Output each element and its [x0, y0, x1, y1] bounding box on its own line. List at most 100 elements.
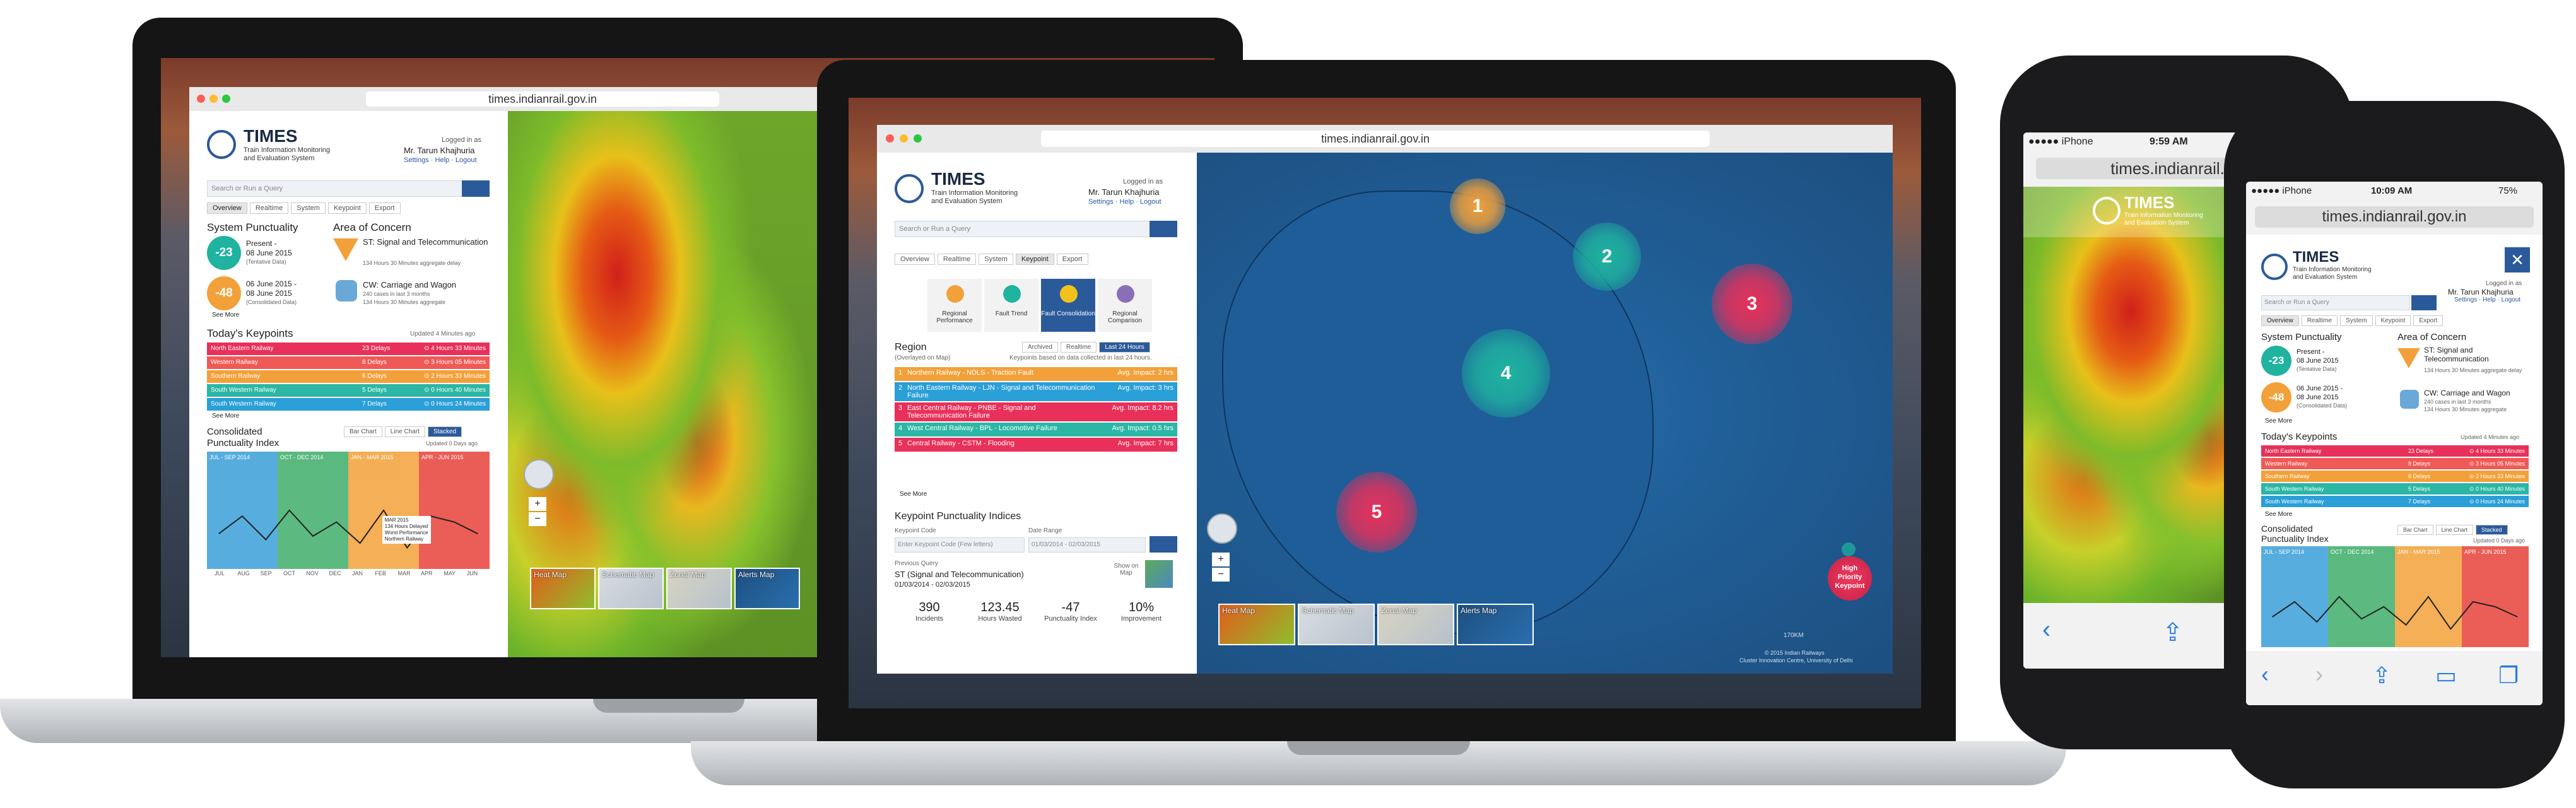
map-thumb-heat-map[interactable]: Heat Map [1218, 604, 1295, 645]
realtime-tab[interactable]: Realtime [1060, 342, 1097, 353]
see-more-link[interactable]: See More [2265, 511, 2292, 518]
search-button[interactable] [1150, 221, 1177, 237]
cluster-marker-4[interactable]: 4 [1462, 329, 1550, 418]
close-dot[interactable] [197, 95, 205, 103]
archived-tab[interactable]: Archived [1022, 342, 1058, 353]
tabs-icon[interactable]: ❐ [2498, 662, 2519, 689]
search-button[interactable] [462, 180, 490, 197]
keypoint-row[interactable]: South Western Railway 5 Delays ⊙ 0 Hours 4… [207, 384, 490, 397]
user-links[interactable]: Settings · Help · Logout [404, 156, 477, 164]
tab-export[interactable]: Export [2413, 315, 2444, 326]
url-bar[interactable]: times.indianrail.gov.in [366, 91, 719, 107]
minimize-dot[interactable] [209, 95, 218, 103]
keypoint-row[interactable]: South Western Railway 5 Delays ⊙ 0 Hours 4… [2261, 483, 2529, 495]
keypoint-row[interactable]: Western Railway 8 Delays ⊙ 3 Hours 05 Minu… [2261, 458, 2529, 469]
see-more-link[interactable]: See More [2265, 418, 2292, 424]
map-thumb-label: Heat Map [534, 570, 567, 579]
cluster-marker-3[interactable]: 3 [1712, 264, 1792, 344]
tab-keypoint[interactable]: Keypoint [327, 202, 367, 214]
tool-button[interactable]: Regional Performance [927, 279, 982, 332]
bookmarks-icon[interactable]: ▭ [2435, 662, 2457, 689]
minimize-dot[interactable] [900, 134, 908, 143]
tool-button[interactable]: Regional Comparison [1098, 279, 1152, 332]
region-keypoint-row[interactable]: 3 East Central Railway - PNBE - Signal an… [895, 402, 1177, 421]
tool-button[interactable]: Fault Consolidation [1041, 279, 1095, 332]
cluster-marker-5[interactable]: 5 [1336, 472, 1417, 553]
cluster-map[interactable]: + − 12345 Heat Map Schematic Map Zonal Map… [1197, 153, 1893, 674]
tab-system[interactable]: System [2340, 315, 2373, 326]
share-icon[interactable]: ⇪ [2372, 662, 2391, 689]
region-keypoint-row[interactable]: 1 Northern Railway - NDLS - Traction Faul… [895, 367, 1177, 381]
close-dot[interactable] [886, 134, 894, 143]
see-more-link[interactable]: See More [900, 491, 927, 498]
url-bar[interactable]: times.indianrail.gov.in [2255, 206, 2534, 228]
tab-export[interactable]: Export [1056, 254, 1088, 265]
zoom-in-button[interactable]: + [529, 497, 546, 511]
region-keypoint-row[interactable]: 2 North Eastern Railway - LJN - Signal an… [895, 382, 1177, 401]
map-thumb-schematic-map[interactable]: Schematic Map [598, 568, 664, 609]
keypoint-row[interactable]: South Western Railway 7 Delays ⊙ 0 Hours 2… [207, 398, 490, 411]
back-icon[interactable]: ‹ [2042, 616, 2050, 644]
search-button[interactable] [2411, 295, 2437, 310]
search-input[interactable]: Search or Run a Query [895, 221, 1152, 237]
tab-system[interactable]: System [979, 254, 1013, 265]
tab-keypoint[interactable]: Keypoint [1015, 254, 1054, 265]
map-thumb-heat-map[interactable]: Heat Map [530, 568, 596, 609]
last-24-hours-tab[interactable]: Last 24 Hours [1099, 342, 1150, 353]
previous-query-line1[interactable]: ST (Signal and Telecommunication) [895, 570, 1024, 579]
tab-realtime[interactable]: Realtime [249, 202, 289, 214]
map-thumb-alerts-map[interactable]: Alerts Map [734, 568, 800, 609]
tab-overview[interactable]: Overview [2261, 315, 2299, 326]
share-icon[interactable]: ⇪ [2162, 618, 2184, 647]
keypoint-code-input[interactable]: Enter Keypoint Code (Few letters) [895, 537, 1025, 553]
tab-overview[interactable]: Overview [895, 254, 935, 265]
tab-realtime[interactable]: Realtime [2301, 315, 2338, 326]
tab-realtime[interactable]: Realtime [937, 254, 977, 265]
user-links[interactable]: Settings · Help · Logout [2454, 296, 2520, 303]
maximize-dot[interactable] [222, 95, 230, 103]
search-input[interactable]: Search or Run a Query [207, 180, 464, 197]
run-query-button[interactable] [1150, 536, 1177, 553]
search-input[interactable]: Search or Run a Query [2261, 295, 2410, 310]
line-chart-tab[interactable]: Line Chart [2435, 525, 2474, 535]
laptop-center-notch [1287, 741, 1470, 755]
past-punctuality-badge: -48 [2261, 382, 2291, 413]
compass-control[interactable] [524, 459, 554, 489]
close-button[interactable]: ✕ [2505, 247, 2530, 272]
user-links[interactable]: Settings · Help · Logout [1088, 198, 1162, 206]
forward-icon[interactable]: › [2315, 661, 2323, 688]
url-bar[interactable]: times.indianrail.gov.in [1041, 131, 1710, 147]
tab-export[interactable]: Export [368, 202, 401, 214]
maximize-dot[interactable] [914, 134, 922, 143]
map-icon[interactable] [1145, 560, 1173, 588]
stacked-tab[interactable]: Stacked [2476, 525, 2508, 535]
see-more-link[interactable]: See More [212, 312, 239, 319]
keypoint-row[interactable]: Southern Railway 6 Delays ⊙ 2 Hours 33 Min… [2261, 471, 2529, 482]
map-thumb-schematic-map[interactable]: Schematic Map [1298, 604, 1375, 645]
bar-chart-tab[interactable]: Bar Chart [344, 426, 382, 437]
see-more-link[interactable]: See More [212, 413, 239, 419]
keypoint-row[interactable]: Southern Railway 6 Delays ⊙ 2 Hours 33 Min… [207, 370, 490, 383]
keypoint-row[interactable]: North Eastern Railway 23 Delays ⊙ 4 Hours … [207, 343, 490, 355]
keypoint-row[interactable]: South Western Railway 7 Delays ⊙ 0 Hours 2… [2261, 496, 2529, 507]
cluster-marker-2[interactable]: 2 [1573, 223, 1641, 291]
line-chart-tab[interactable]: Line Chart [384, 426, 425, 437]
keypoint-row[interactable]: North Eastern Railway 23 Delays ⊙ 4 Hours … [2261, 445, 2529, 457]
map-thumb-alerts-map[interactable]: Alerts Map [1457, 604, 1534, 645]
region-keypoint-row[interactable]: 5 Central Railway - CSTM - Flooding Avg. I… [895, 438, 1177, 452]
date-range-input[interactable]: 01/03/2014 - 02/03/2015 [1028, 537, 1146, 553]
tab-system[interactable]: System [291, 202, 326, 214]
keypoint-row[interactable]: Western Railway 8 Delays ⊙ 3 Hours 05 Minu… [207, 356, 490, 369]
bar-chart-tab[interactable]: Bar Chart [2397, 525, 2433, 535]
region-keypoint-row[interactable]: 4 West Central Railway - BPL - Locomotive… [895, 423, 1177, 436]
cluster-marker-1[interactable]: 1 [1450, 179, 1505, 234]
tab-overview[interactable]: Overview [207, 202, 247, 214]
tab-keypoint[interactable]: Keypoint [2375, 315, 2411, 326]
back-icon[interactable]: ‹ [2261, 661, 2269, 688]
zoom-out-button[interactable]: − [529, 512, 546, 526]
map-thumb-zonal-map[interactable]: Zonal Map [666, 568, 732, 609]
stacked-tab[interactable]: Stacked [427, 426, 462, 437]
map-thumb-zonal-map[interactable]: Zonal Map [1377, 604, 1454, 645]
clock-label: 10:09 AM [2371, 185, 2413, 196]
tool-button[interactable]: Fault Trend [984, 279, 1038, 332]
